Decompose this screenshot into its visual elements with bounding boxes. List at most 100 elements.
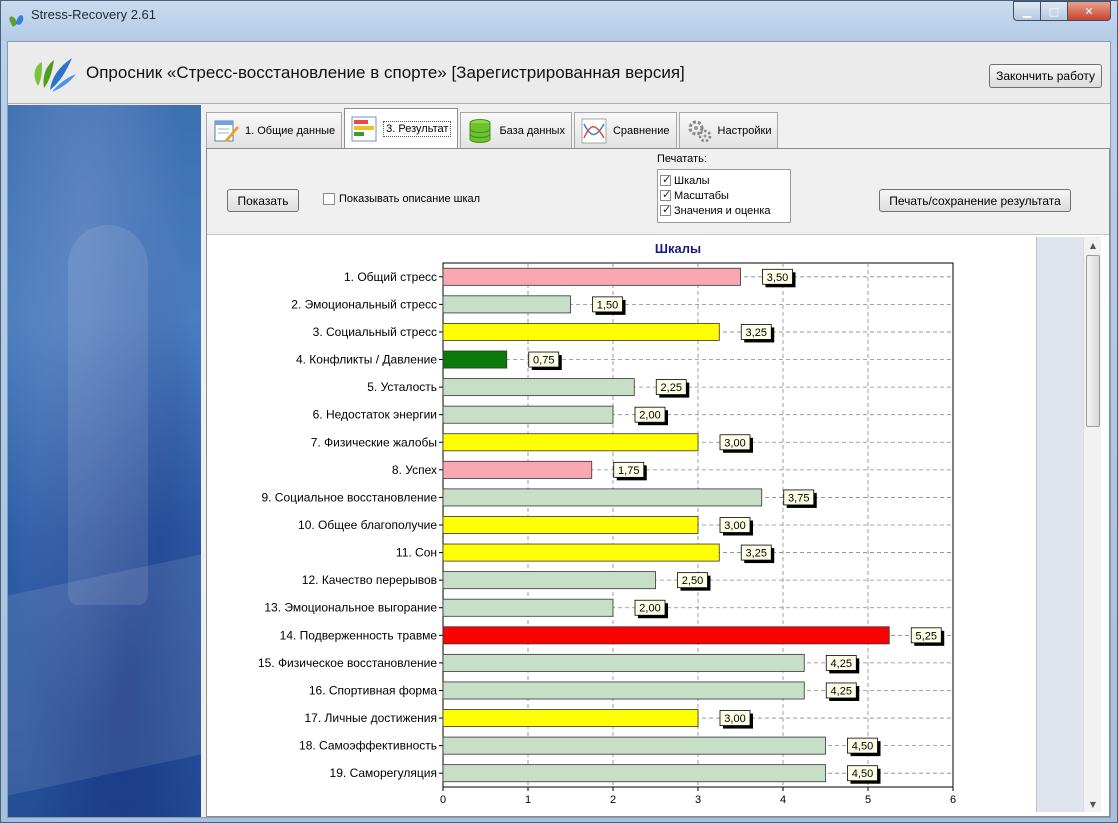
tab-result[interactable]: 3. Результат: [344, 108, 459, 148]
value-label: 4,25: [831, 685, 852, 697]
bar: [442, 764, 826, 783]
category-label: 15. Физическое восстановление: [258, 656, 437, 670]
checkbox-checked-icon[interactable]: [660, 203, 671, 216]
gears-icon: [686, 118, 712, 144]
category-label: 12. Качество перерывов: [302, 573, 437, 587]
x-tick-label: 6: [950, 794, 956, 806]
database-icon: [467, 118, 493, 144]
chart-scroll-area: Шкалы 0 1 2 3 4 5 6 1. Общий стресс 3,50 2. Эмоцио…: [213, 237, 1101, 812]
chart-canvas: Шкалы 0 1 2 3 4 5 6 1. Общий стресс 3,50 2. Эмоцио…: [213, 237, 1037, 812]
tab-comparison[interactable]: Сравнение: [573, 112, 677, 148]
x-tick-label: 1: [525, 794, 531, 806]
leaf-logo-icon: [28, 48, 78, 98]
value-label: 3,50: [767, 272, 788, 284]
show-button[interactable]: Показать: [227, 189, 299, 212]
value-label: 0,75: [533, 355, 554, 367]
tab-settings[interactable]: Настройки: [678, 112, 779, 148]
bar: [442, 433, 699, 452]
category-label: 14. Подверженность травме: [280, 628, 438, 642]
tab-database[interactable]: База данных: [460, 112, 572, 148]
bar-chart-icon: [351, 116, 377, 142]
x-tick-label: 2: [610, 794, 616, 806]
value-label: 2,00: [639, 410, 660, 422]
value-label: 3,25: [746, 327, 767, 339]
bar: [442, 736, 826, 755]
category-label: 2. Эмоциональный стресс: [291, 297, 437, 311]
app-header: Опросник «Стресс-восстановление в спорте…: [8, 42, 1110, 104]
bar: [442, 378, 635, 397]
category-label: 1. Общий стресс: [344, 270, 437, 284]
chart-title: Шкалы: [655, 241, 701, 256]
checkbox-box[interactable]: [323, 193, 335, 205]
tab-general-data[interactable]: 1. Общие данные: [206, 112, 343, 148]
tab-label: 3. Результат: [383, 120, 452, 137]
category-label: 7. Физические жалобы: [311, 435, 437, 449]
value-label: 2,00: [639, 603, 660, 615]
result-toolbar: Показать Показывать описание шкал Печата…: [207, 149, 1109, 235]
bar: [442, 653, 805, 672]
value-label: 4,50: [852, 741, 873, 753]
scroll-up-icon[interactable]: ▲: [1084, 237, 1102, 253]
window-title: Stress-Recovery 2.61: [31, 6, 156, 22]
value-label: 3,75: [788, 492, 809, 504]
category-label: 4. Конфликты / Давление: [296, 353, 437, 367]
finish-work-button[interactable]: Закончить работу: [989, 64, 1102, 88]
category-label: 5. Усталость: [367, 380, 437, 394]
bar: [442, 267, 741, 286]
sidebar-decorative-image: [8, 105, 201, 817]
print-options-list: Шкалы Масштабы Значения и оценка: [657, 169, 791, 223]
tab-label: Сравнение: [612, 124, 670, 137]
close-button[interactable]: ✕: [1067, 1, 1111, 21]
scales-bar-chart: Шкалы 0 1 2 3 4 5 6 1. Общий стресс 3,50 2. Эмоцио…: [258, 241, 956, 806]
maximize-button[interactable]: □: [1040, 1, 1068, 21]
value-label: 2,50: [682, 575, 703, 587]
maximize-icon: □: [1048, 4, 1060, 18]
value-label: 5,25: [916, 630, 937, 642]
minimize-button[interactable]: ▁: [1013, 1, 1041, 21]
bar: [442, 571, 656, 590]
tab-label: 1. Общие данные: [245, 124, 336, 137]
tab-label: Настройки: [717, 124, 772, 137]
value-label: 3,00: [724, 437, 745, 449]
bar: [442, 322, 720, 341]
close-icon: ✕: [1084, 4, 1094, 18]
app-window: Stress-Recovery 2.61 ▁ □ ✕ Опросник «Стр…: [0, 0, 1118, 823]
title-bar: Stress-Recovery 2.61 ▁ □ ✕: [1, 1, 1117, 41]
x-tick-label: 5: [865, 794, 871, 806]
tab-strip: 1. Общие данные 3. Результат База данных…: [206, 108, 780, 148]
result-panel: Показать Показывать описание шкал Печата…: [206, 148, 1110, 817]
value-label: 2,25: [661, 382, 682, 394]
category-label: 16. Спортивная форма: [309, 683, 437, 697]
scrollbar-thumb[interactable]: [1086, 255, 1100, 427]
checkbox-checked-icon[interactable]: [660, 188, 671, 201]
client-area: Опросник «Стресс-восстановление в спорте…: [7, 41, 1111, 818]
print-option-scales[interactable]: Шкалы: [660, 173, 788, 188]
show-description-label: Показывать описание шкал: [339, 193, 481, 205]
category-label: 17. Личные достижения: [304, 711, 437, 725]
print-save-button[interactable]: Печать/сохранение результата: [879, 189, 1071, 212]
bar: [442, 626, 890, 645]
x-tick-label: 4: [780, 794, 786, 806]
app-leaf-icon: [7, 13, 25, 29]
print-option-zoom[interactable]: Масштабы: [660, 188, 788, 203]
category-label: 6. Недостаток энергии: [313, 408, 437, 422]
bar: [442, 681, 805, 700]
vertical-scrollbar[interactable]: ▲ ▼: [1083, 237, 1101, 812]
scroll-down-icon[interactable]: ▼: [1084, 796, 1102, 812]
category-label: 10. Общее благополучие: [298, 518, 437, 532]
app-title: Опросник «Стресс-восстановление в спорте…: [86, 62, 685, 82]
category-label: 13. Эмоциональное выгорание: [264, 601, 437, 615]
category-label: 19. Саморегуляция: [330, 766, 437, 780]
checkbox-checked-icon[interactable]: [660, 173, 671, 186]
bar: [442, 709, 699, 728]
x-tick-label: 0: [440, 794, 446, 806]
bar: [442, 405, 614, 424]
show-description-checkbox[interactable]: Показывать описание шкал: [323, 193, 480, 205]
bar: [442, 598, 614, 617]
print-option-values[interactable]: Значения и оценка: [660, 203, 788, 218]
value-label: 4,25: [831, 658, 852, 670]
print-title: Печатать:: [657, 153, 707, 165]
bar: [442, 543, 720, 562]
bar: [442, 460, 593, 479]
edit-form-icon: [213, 118, 239, 144]
